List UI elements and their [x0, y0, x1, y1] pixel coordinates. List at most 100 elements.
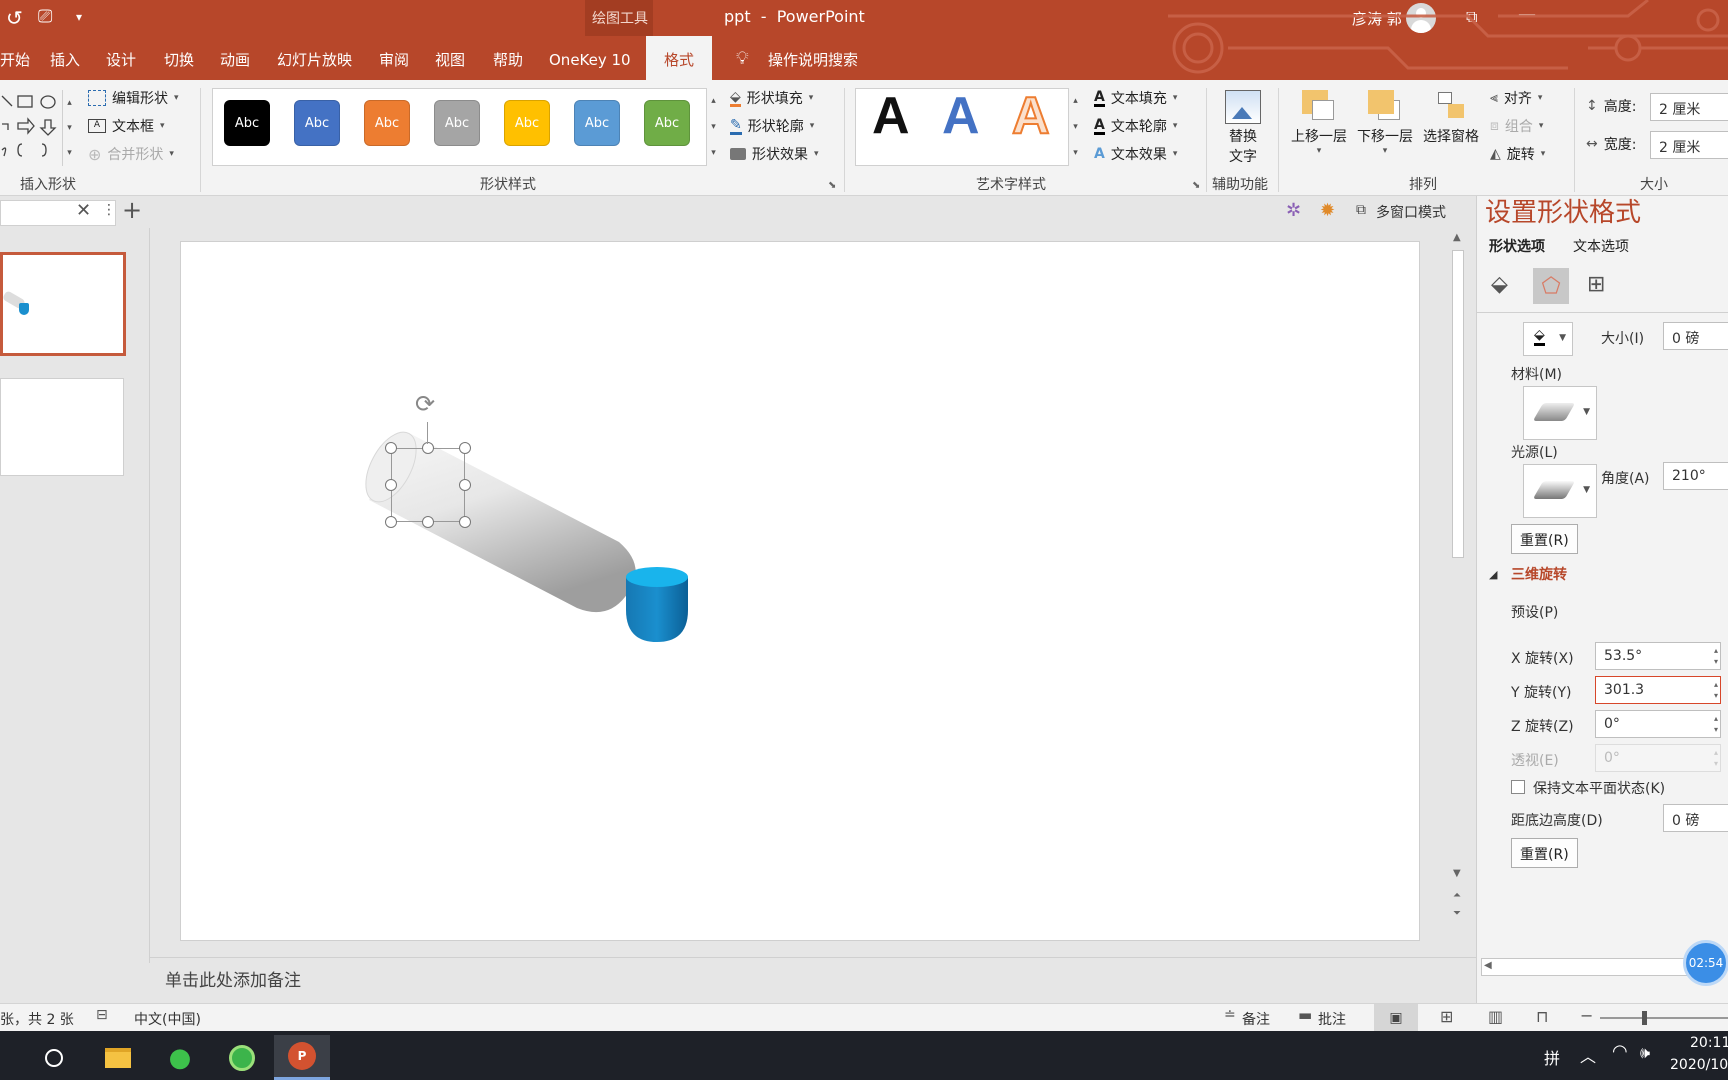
shape-styles-scroll[interactable]: ▴ ▾ ▾	[706, 88, 720, 166]
more-icon[interactable]: ⋮	[102, 202, 116, 218]
align-button[interactable]: ⫷ 对齐 ▾	[1490, 88, 1542, 108]
resize-handle-s[interactable]	[422, 516, 434, 528]
effects-tab-icon[interactable]: ⬠	[1533, 268, 1569, 304]
dialog-launcher-icon[interactable]: ⬊	[1192, 180, 1200, 191]
tab-slideshow[interactable]: 幻灯片放映	[277, 36, 352, 80]
avatar[interactable]	[1406, 3, 1436, 33]
slide-canvas[interactable]: ⟳	[180, 241, 1420, 941]
multi-window-button[interactable]: 多窗口模式	[1376, 202, 1446, 222]
color-dropdown[interactable]: ⬙ ▼	[1523, 322, 1573, 356]
volume-icon[interactable]: 🕪︎	[1640, 1043, 1650, 1063]
wordart-scroll[interactable]: ▴ ▾ ▾	[1068, 88, 1082, 166]
tab-design[interactable]: 设计	[106, 36, 136, 80]
rotate-button[interactable]: ◭ 旋转 ▾	[1490, 144, 1545, 164]
slide-thumbnail-2[interactable]	[0, 378, 124, 476]
dialog-launcher-icon[interactable]: ⬊	[828, 180, 836, 191]
next-slide-icon[interactable]: ⏷	[1453, 908, 1461, 919]
zoom-slider[interactable]	[1600, 1011, 1728, 1025]
scroll-down-icon[interactable]: ▼	[1453, 868, 1461, 879]
add-icon[interactable]: +	[122, 196, 142, 224]
style-swatch-1[interactable]: Abc	[224, 100, 270, 146]
style-swatch-6[interactable]: Abc	[574, 100, 620, 146]
text-fill-button[interactable]: A 文本填充 ▾	[1094, 88, 1177, 108]
resize-handle-w[interactable]	[385, 479, 397, 491]
tell-me-search[interactable]: 操作说明搜索	[768, 36, 858, 80]
slide-thumbnail-1[interactable]	[0, 252, 126, 356]
onekey-magic-icon[interactable]: ✲	[1286, 200, 1301, 221]
zoom-slider-thumb[interactable]	[1642, 1011, 1647, 1025]
shapes-gallery[interactable]	[0, 90, 62, 164]
prev-slide-icon[interactable]: ⏶	[1453, 890, 1461, 901]
text-box-button[interactable]: A 文本框 ▾	[88, 116, 165, 136]
vertical-scrollbar[interactable]: ▲ ▼ ⏶ ⏷	[1450, 232, 1466, 922]
scroll-thumb[interactable]	[1452, 250, 1464, 558]
search-button[interactable]	[26, 1035, 82, 1080]
x-rotation-input[interactable]: 53.5° ▴ ▾	[1595, 642, 1721, 670]
tab-onekey[interactable]: OneKey 10	[549, 36, 631, 80]
resize-handle-se[interactable]	[459, 516, 471, 528]
wordart-style-black[interactable]: A	[872, 86, 910, 146]
selection-pane-button[interactable]: 选择窗格	[1420, 90, 1482, 146]
tab-home[interactable]: 开始	[0, 36, 30, 80]
clock-time[interactable]: 20:11	[1690, 1035, 1728, 1051]
spinner-icon[interactable]: ▴ ▾	[1714, 679, 1718, 701]
style-swatch-3[interactable]: Abc	[364, 100, 410, 146]
shapes-gallery-scroll[interactable]: ▴ ▾ ▾	[62, 90, 76, 166]
group-button[interactable]: ⧈ 组合 ▾	[1490, 116, 1543, 136]
size-input[interactable]: 0 磅	[1663, 322, 1728, 350]
angle-input[interactable]: 210°	[1663, 462, 1728, 490]
tab-help[interactable]: 帮助	[493, 36, 523, 80]
y-rotation-input[interactable]: 301.3 ▴ ▾	[1595, 676, 1721, 704]
notes-pane[interactable]: 单击此处添加备注	[150, 957, 1476, 1003]
wordart-style-blue[interactable]: A	[942, 86, 980, 146]
style-swatch-4[interactable]: Abc	[434, 100, 480, 146]
3d-rotation-header[interactable]: 三维旋转	[1511, 564, 1567, 584]
taskbar-wechat[interactable]: ●	[152, 1035, 208, 1080]
edit-shape-button[interactable]: 编辑形状 ▾	[88, 88, 179, 108]
resize-handle-nw[interactable]	[385, 442, 397, 454]
shape-outline-button[interactable]: ✎ 形状轮廓 ▾	[730, 116, 814, 136]
taskbar-powerpoint[interactable]: P	[274, 1035, 330, 1080]
close-icon[interactable]: ✕	[76, 200, 91, 221]
tab-review[interactable]: 审阅	[379, 36, 409, 80]
tab-animations[interactable]: 动画	[220, 36, 250, 80]
resize-handle-sw[interactable]	[385, 516, 397, 528]
recording-timer[interactable]: 02:54	[1683, 940, 1728, 986]
text-outline-button[interactable]: A 文本轮廓 ▾	[1094, 116, 1177, 136]
notes-toggle[interactable]: 备注	[1242, 1009, 1270, 1029]
3d-cylinder-shape[interactable]	[361, 372, 781, 692]
wordart-style-orange-outline[interactable]: A	[1011, 86, 1051, 146]
lighting-dropdown[interactable]: ▼	[1523, 464, 1597, 518]
material-dropdown[interactable]: ▼	[1523, 386, 1597, 440]
spinner-icon[interactable]: ▴ ▾	[1714, 645, 1718, 667]
taskbar-browser[interactable]	[214, 1035, 270, 1080]
scroll-up-icon[interactable]: ▲	[1453, 232, 1461, 243]
customize-qat-icon[interactable]: ▾	[76, 10, 82, 24]
reset-button-1[interactable]: 重置(R)	[1511, 524, 1578, 554]
bring-forward-button[interactable]: 上移一层 ▾	[1288, 90, 1350, 156]
distance-input[interactable]: 0 磅	[1663, 804, 1728, 832]
wifi-icon[interactable]: ◠	[1612, 1041, 1628, 1062]
style-swatch-7[interactable]: Abc	[644, 100, 690, 146]
slide-sorter-icon[interactable]: ⊞	[1440, 1007, 1453, 1026]
undo-icon[interactable]: ↺	[6, 6, 23, 30]
presets-label[interactable]: 预设(P)	[1511, 602, 1558, 622]
language-indicator[interactable]: 中文(中国)	[134, 1009, 201, 1029]
tab-text-options[interactable]: 文本选项	[1573, 236, 1629, 256]
tab-transitions[interactable]: 切换	[164, 36, 194, 80]
ribbon-display-icon[interactable]: ⧉	[1466, 7, 1477, 27]
tab-shape-options[interactable]: 形状选项	[1489, 236, 1545, 256]
comments-toggle[interactable]: 批注	[1318, 1009, 1346, 1029]
taskbar-file-explorer[interactable]	[90, 1035, 146, 1080]
reset-button-2[interactable]: 重置(R)	[1511, 838, 1578, 868]
keep-text-flat-checkbox[interactable]	[1511, 780, 1525, 794]
size-properties-icon[interactable]: ⊞	[1587, 272, 1605, 297]
collapse-icon[interactable]: ◢	[1489, 568, 1497, 581]
alt-text-button[interactable]: 替换 文字	[1222, 90, 1264, 166]
multi-window-icon[interactable]: ⧉	[1356, 202, 1366, 218]
shape-fill-button[interactable]: ⬙ 形状填充 ▾	[730, 88, 813, 108]
style-swatch-5[interactable]: Abc	[504, 100, 550, 146]
tab-view[interactable]: 视图	[435, 36, 465, 80]
slideshow-view-icon[interactable]: ⊓	[1536, 1007, 1548, 1026]
minimize-icon[interactable]: —	[1518, 4, 1536, 25]
